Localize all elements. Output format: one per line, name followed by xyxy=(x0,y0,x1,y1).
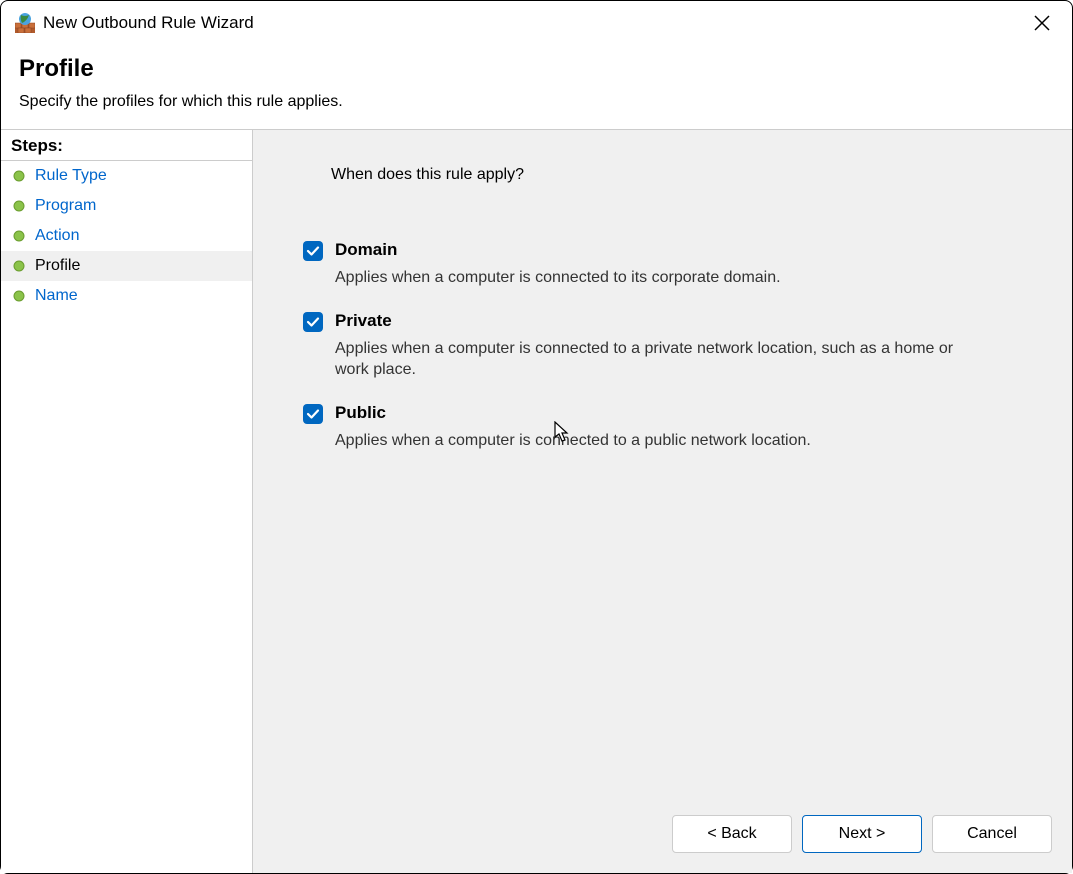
page-title: Profile xyxy=(19,55,1054,83)
desc-private: Applies when a computer is connected to … xyxy=(335,338,975,381)
window-title: New Outbound Rule Wizard xyxy=(43,13,254,33)
cancel-button[interactable]: Cancel xyxy=(932,815,1052,853)
step-label: Name xyxy=(35,287,78,305)
step-label: Program xyxy=(35,197,96,215)
desc-domain: Applies when a computer is connected to … xyxy=(335,267,975,289)
page-subtitle: Specify the profiles for which this rule… xyxy=(19,93,1054,111)
bullet-icon xyxy=(13,200,25,212)
check-icon xyxy=(306,407,320,421)
close-button[interactable] xyxy=(1024,5,1060,41)
check-icon xyxy=(306,315,320,329)
step-name[interactable]: Name xyxy=(1,281,252,311)
profile-options: Domain Applies when a computer is connec… xyxy=(303,240,1022,463)
bullet-icon xyxy=(13,290,25,302)
bullet-icon xyxy=(13,170,25,182)
check-icon xyxy=(306,244,320,258)
title-bar: New Outbound Rule Wizard xyxy=(1,1,1072,45)
steps-heading: Steps: xyxy=(1,130,252,161)
bullet-icon xyxy=(13,260,25,272)
step-action[interactable]: Action xyxy=(1,221,252,251)
step-profile[interactable]: Profile xyxy=(1,251,252,281)
page-header: Profile Specify the profiles for which t… xyxy=(1,45,1072,129)
desc-public: Applies when a computer is connected to … xyxy=(335,430,975,452)
profile-question: When does this rule apply? xyxy=(331,166,1022,184)
step-program[interactable]: Program xyxy=(1,191,252,221)
option-domain-row: Domain xyxy=(303,240,1022,261)
label-private: Private xyxy=(335,311,392,331)
step-label: Profile xyxy=(35,257,80,275)
firewall-icon xyxy=(15,13,35,33)
label-domain: Domain xyxy=(335,240,397,260)
back-button[interactable]: < Back xyxy=(672,815,792,853)
step-label: Rule Type xyxy=(35,167,107,185)
step-label: Action xyxy=(35,227,79,245)
checkbox-domain[interactable] xyxy=(303,241,323,261)
main-content: When does this rule apply? Domain Applie… xyxy=(253,130,1072,873)
close-icon xyxy=(1034,15,1050,31)
option-public-row: Public xyxy=(303,403,1022,424)
button-bar: < Back Next > Cancel xyxy=(672,815,1052,853)
steps-sidebar: Steps: Rule Type Program Action Profile xyxy=(1,130,253,873)
body-area: Steps: Rule Type Program Action Profile xyxy=(1,129,1072,873)
title-left: New Outbound Rule Wizard xyxy=(15,13,254,33)
checkbox-private[interactable] xyxy=(303,312,323,332)
checkbox-public[interactable] xyxy=(303,404,323,424)
next-button[interactable]: Next > xyxy=(802,815,922,853)
label-public: Public xyxy=(335,403,386,423)
step-rule-type[interactable]: Rule Type xyxy=(1,161,252,191)
bullet-icon xyxy=(13,230,25,242)
option-private-row: Private xyxy=(303,311,1022,332)
